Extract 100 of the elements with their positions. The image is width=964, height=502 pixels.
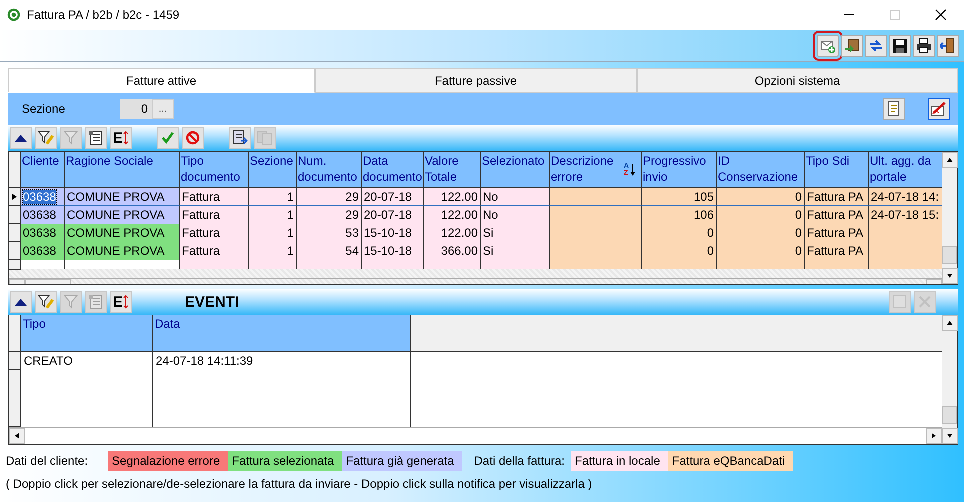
up-triangle-button[interactable]: [10, 127, 32, 149]
events-title: EVENTI: [185, 294, 240, 310]
printer-button[interactable]: [913, 34, 935, 56]
browse-button[interactable]: ...: [152, 99, 174, 119]
down-triangle-icon: [947, 434, 953, 438]
table-cell: [249, 260, 297, 269]
save-button[interactable]: [889, 34, 911, 56]
table-cell: 1: [249, 206, 297, 224]
column-header[interactable]: Ragione Sociale: [65, 152, 180, 188]
table-cell: 29: [297, 188, 362, 206]
legend-chip: Fattura eQBancaDati: [668, 451, 794, 471]
table-cell: No: [481, 188, 550, 206]
scroll-up-button[interactable]: [942, 315, 958, 331]
sort-button[interactable]: E: [110, 291, 132, 313]
table-cell: 54: [297, 242, 362, 260]
checkmark-button[interactable]: [157, 127, 179, 149]
column-header[interactable]: Tipo documento: [180, 152, 249, 188]
window-title: Fattura PA / b2b / b2c - 1459: [27, 8, 180, 22]
export-button[interactable]: [229, 127, 251, 149]
filter-pencil-button[interactable]: [35, 291, 57, 313]
legend-label: Dati del cliente:: [6, 454, 88, 468]
sync-button[interactable]: [865, 34, 887, 56]
table-cell: COMUNE PROVA: [65, 242, 180, 260]
table-cell: 0: [717, 206, 805, 224]
up-triangle-icon: [947, 158, 953, 162]
legend-chip: Segnalazione errore: [108, 451, 228, 471]
up-triangle-button[interactable]: [10, 291, 32, 313]
table-cell: 0: [642, 224, 717, 242]
table-cell: Fattura PA: [805, 242, 869, 260]
table-cell: 105: [642, 188, 717, 206]
scrollbar-thumb[interactable]: [942, 246, 957, 264]
table-cell: Fattura PA: [805, 188, 869, 206]
table-cell: Fattura PA: [805, 224, 869, 242]
table-cell: 03638: [21, 224, 65, 242]
scroll-down-button[interactable]: [942, 268, 958, 284]
legend-chip: Fattura selezionata: [228, 451, 342, 471]
column-header[interactable]: Data: [153, 315, 411, 352]
window-icon: [892, 294, 908, 310]
tab[interactable]: Fatture attive: [8, 68, 315, 93]
table-cell: [424, 260, 481, 269]
column-header[interactable]: Num. documento: [297, 152, 362, 188]
no-entry-button[interactable]: [182, 127, 204, 149]
table-cell: Fattura: [180, 242, 249, 260]
scrollbar-thumb[interactable]: [942, 406, 957, 424]
maximize-icon: [889, 9, 901, 21]
table-cell: Si: [481, 224, 550, 242]
table-cell: 20-07-18: [362, 188, 424, 206]
table-cell: Fattura: [180, 206, 249, 224]
legend-chip: Fattura in locale: [570, 451, 668, 471]
save-icon: [892, 38, 908, 54]
row-header[interactable]: [9, 260, 21, 270]
table-cell: 106: [642, 206, 717, 224]
column-header[interactable]: Data documento: [362, 152, 424, 188]
scroll-up-button[interactable]: [942, 152, 958, 168]
tab[interactable]: Fatture passive: [315, 68, 637, 93]
scroll-left-button[interactable]: [9, 428, 25, 444]
column-header[interactable]: Valore Totale: [424, 152, 481, 188]
column-header[interactable]: Tipo Sdi: [805, 152, 869, 188]
down-triangle-icon: [947, 274, 953, 278]
table-cell: Fattura: [180, 188, 249, 206]
row-header[interactable]: [9, 242, 21, 260]
table-cell: [805, 260, 869, 269]
column-header[interactable]: Tipo: [21, 315, 153, 352]
table-cell: 0: [642, 242, 717, 260]
table-cell: COMUNE PROVA: [65, 224, 180, 242]
tab[interactable]: Opzioni sistema: [637, 68, 958, 93]
row-header[interactable]: [9, 370, 21, 427]
sync-icon: [868, 38, 884, 54]
column-header[interactable]: Progressivo invio: [642, 152, 717, 188]
arrow-box-button[interactable]: [841, 34, 863, 56]
table-cell: 20-07-18: [362, 206, 424, 224]
table-cell: 0: [717, 188, 805, 206]
pen-icon: [931, 101, 947, 117]
column-header[interactable]: Sezione: [249, 152, 297, 188]
note-icon: [886, 101, 902, 117]
table-cell: 03638: [21, 242, 65, 260]
list-button[interactable]: [85, 127, 107, 149]
table-cell: 0: [717, 242, 805, 260]
row-header[interactable]: [9, 352, 21, 370]
sort-button[interactable]: E: [110, 127, 132, 149]
up-triangle-icon: [947, 321, 953, 325]
row-header[interactable]: [9, 206, 21, 224]
filter-pencil-button[interactable]: [35, 127, 57, 149]
row-header[interactable]: [9, 188, 21, 206]
row-header[interactable]: [9, 224, 21, 242]
table-cell: [180, 260, 249, 269]
exit-door-button[interactable]: [937, 34, 959, 56]
copy-icon: [257, 130, 273, 146]
scroll-right-button[interactable]: [926, 428, 942, 444]
section-field[interactable]: 0: [120, 99, 152, 119]
column-header[interactable]: Selezionato: [481, 152, 550, 188]
pen-button[interactable]: [928, 98, 950, 120]
column-header[interactable]: Ult. agg. da portale: [869, 152, 942, 188]
table-cell: COMUNE PROVA: [65, 206, 180, 224]
scroll-down-button[interactable]: [942, 428, 958, 444]
column-header[interactable]: ID Conservazione: [717, 152, 805, 188]
column-header[interactable]: Cliente: [21, 152, 65, 188]
table-cell: 53: [297, 224, 362, 242]
up-down-arrow-icon: [123, 295, 129, 309]
note-button[interactable]: [883, 98, 905, 120]
